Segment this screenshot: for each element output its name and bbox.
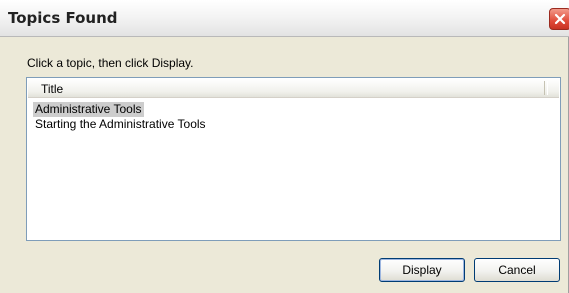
list-rows: Administrative Tools Starting the Admini… xyxy=(33,102,208,132)
display-button[interactable]: Display xyxy=(379,258,465,282)
dialog-title: Topics Found xyxy=(8,9,118,27)
instruction-text: Click a topic, then click Display. xyxy=(27,56,194,70)
title-bar[interactable]: Topics Found xyxy=(0,0,569,37)
list-item[interactable]: Starting the Administrative Tools xyxy=(33,117,208,131)
topics-found-dialog: Topics Found Click a topic, then click D… xyxy=(0,0,569,293)
close-icon xyxy=(554,13,566,25)
cancel-button[interactable]: Cancel xyxy=(474,258,560,282)
list-item[interactable]: Administrative Tools xyxy=(33,102,144,117)
topics-list[interactable]: Title Administrative Tools Starting the … xyxy=(26,77,561,241)
column-divider[interactable] xyxy=(544,81,548,95)
close-button[interactable] xyxy=(549,8,569,30)
list-column-header[interactable]: Title xyxy=(28,79,559,98)
column-title-label: Title xyxy=(41,82,64,96)
